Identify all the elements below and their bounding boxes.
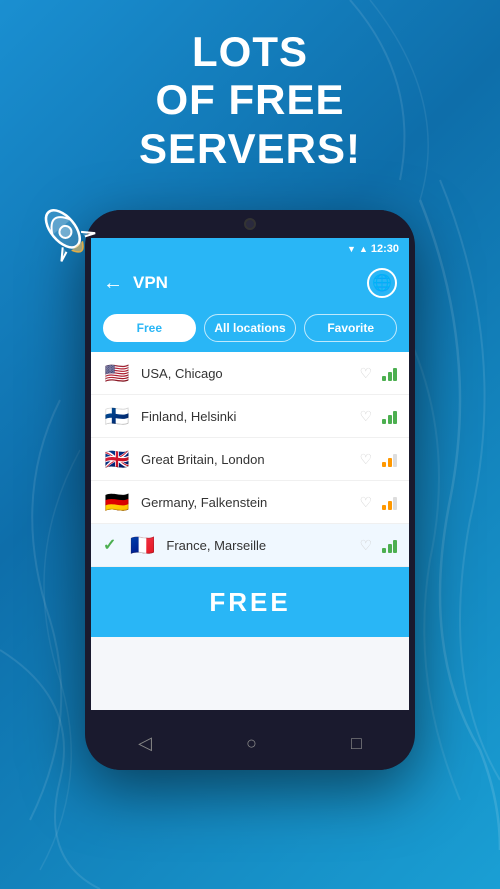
wifi-icon: ▼ [347, 244, 356, 254]
tab-favorite[interactable]: Favorite [304, 314, 397, 342]
headline-line3: servers! [139, 125, 361, 172]
signal-icon: ▲ [359, 244, 368, 254]
bar2 [388, 372, 392, 381]
phone-nav: ◁ ○ □ [91, 716, 409, 770]
bar2 [388, 415, 392, 424]
bar2 [388, 458, 392, 467]
server-name-usa: USA, Chicago [141, 366, 349, 381]
server-item-germany[interactable]: 🇩🇪 Germany, Falkenstein ♡ [91, 481, 409, 524]
bar3 [393, 368, 397, 381]
bar3 [393, 540, 397, 553]
tab-free[interactable]: Free [103, 314, 196, 342]
phone-top-bar [85, 210, 415, 238]
server-list: 🇺🇸 USA, Chicago ♡ 🇫🇮 Finland, Helsinki ♡ [91, 352, 409, 567]
bar2 [388, 544, 392, 553]
nav-recents[interactable]: □ [351, 733, 362, 754]
phone-screen: ▼ ▲ 12:30 ← VPN 🌐 Free All locations Fav… [91, 238, 409, 710]
favorite-finland[interactable]: ♡ [359, 408, 372, 425]
tabs-bar: Free All locations Favorite [91, 306, 409, 352]
flag-finland: 🇫🇮 [103, 406, 131, 426]
headline-line2: of free [155, 76, 344, 123]
flag-germany: 🇩🇪 [103, 492, 131, 512]
bar1 [382, 505, 386, 510]
signal-finland [382, 408, 397, 424]
server-item-usa[interactable]: 🇺🇸 USA, Chicago ♡ [91, 352, 409, 395]
signal-germany [382, 494, 397, 510]
bar1 [382, 376, 386, 381]
free-section: FREE [91, 567, 409, 637]
server-item-france[interactable]: ✓ 🇫🇷 France, Marseille ♡ [91, 524, 409, 567]
server-name-france: France, Marseille [166, 538, 349, 553]
flag-france: 🇫🇷 [128, 535, 156, 555]
status-icons: ▼ ▲ 12:30 [347, 243, 399, 255]
bar3 [393, 411, 397, 424]
signal-gb [382, 451, 397, 467]
nav-back[interactable]: ◁ [138, 733, 152, 754]
app-header: ← VPN 🌐 [91, 260, 409, 306]
status-time: 12:30 [371, 243, 399, 255]
bar1 [382, 462, 386, 467]
signal-usa [382, 365, 397, 381]
bar2 [388, 501, 392, 510]
globe-button[interactable]: 🌐 [367, 268, 397, 298]
bar1 [382, 548, 386, 553]
headline: Lots of free servers! [0, 28, 500, 173]
server-name-germany: Germany, Falkenstein [141, 495, 349, 510]
server-item-gb[interactable]: 🇬🇧 Great Britain, London ♡ [91, 438, 409, 481]
rocket-icon [28, 195, 108, 275]
free-label: FREE [209, 587, 290, 618]
server-name-gb: Great Britain, London [141, 452, 349, 467]
bar3 [393, 454, 397, 467]
favorite-gb[interactable]: ♡ [359, 451, 372, 468]
favorite-france[interactable]: ♡ [359, 537, 372, 554]
flag-usa: 🇺🇸 [103, 363, 131, 383]
phone-camera [244, 218, 256, 230]
favorite-usa[interactable]: ♡ [359, 365, 372, 382]
bar1 [382, 419, 386, 424]
headline-line1: Lots [192, 28, 308, 75]
bar3 [393, 497, 397, 510]
phone-frame: ▼ ▲ 12:30 ← VPN 🌐 Free All locations Fav… [85, 210, 415, 770]
tab-all-locations[interactable]: All locations [204, 314, 297, 342]
flag-gb: 🇬🇧 [103, 449, 131, 469]
selected-check: ✓ [103, 535, 116, 555]
nav-home[interactable]: ○ [246, 733, 257, 754]
server-item-finland[interactable]: 🇫🇮 Finland, Helsinki ♡ [91, 395, 409, 438]
server-name-finland: Finland, Helsinki [141, 409, 349, 424]
favorite-germany[interactable]: ♡ [359, 494, 372, 511]
signal-france [382, 537, 397, 553]
header-title: VPN [133, 273, 357, 293]
status-bar: ▼ ▲ 12:30 [91, 238, 409, 260]
